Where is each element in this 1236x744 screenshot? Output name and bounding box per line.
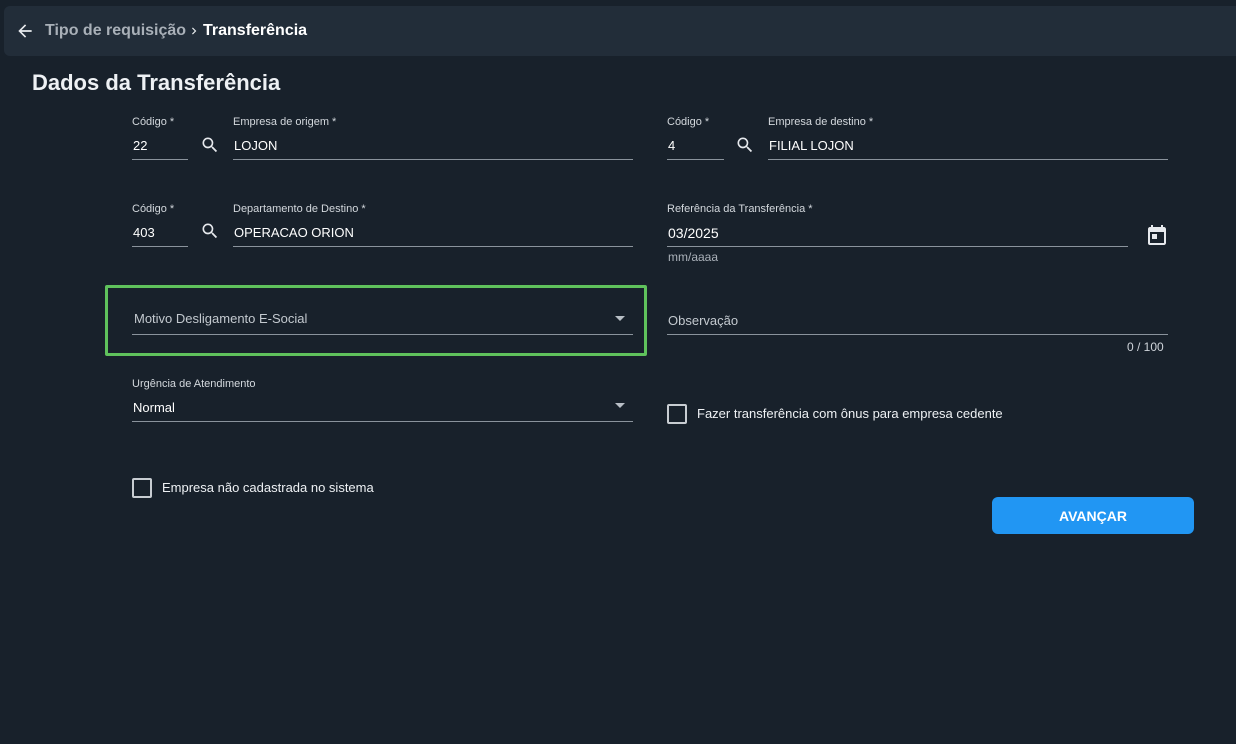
- observacao-placeholder: Observação: [668, 313, 739, 328]
- destination-company-value[interactable]: FILIAL LOJON: [769, 138, 854, 153]
- destination-code-field[interactable]: Código * 4: [667, 116, 724, 160]
- origin-code-field[interactable]: Código * 22: [132, 116, 188, 160]
- urgencia-select[interactable]: Urgência de Atendimento Normal: [132, 378, 633, 422]
- breadcrumb-bar: Tipo de requisição Transferência: [4, 6, 1236, 56]
- empresa-nao-cadastrada-label[interactable]: Empresa não cadastrada no sistema: [162, 480, 374, 495]
- department-name-label: Departamento de Destino *: [233, 203, 366, 215]
- origin-code-value[interactable]: 22: [133, 138, 147, 153]
- onus-checkbox[interactable]: [667, 404, 687, 424]
- search-icon[interactable]: [735, 135, 755, 155]
- empresa-nao-cadastrada-checkbox[interactable]: [132, 478, 152, 498]
- department-code-underline: [132, 246, 188, 247]
- reference-date-value[interactable]: 03/2025: [668, 225, 719, 241]
- origin-code-label: Código *: [132, 116, 175, 128]
- reference-date-label: Referência da Transferência *: [667, 203, 813, 215]
- observacao-counter: 0 / 100: [1127, 340, 1164, 354]
- back-button[interactable]: [14, 20, 36, 42]
- arrow-left-icon: [18, 24, 32, 38]
- motivo-placeholder: Motivo Desligamento E-Social: [134, 311, 308, 326]
- reference-date-underline: [667, 246, 1128, 247]
- reference-date-hint: mm/aaaa: [668, 250, 719, 264]
- origin-company-field[interactable]: Empresa de origem * LOJON: [233, 116, 633, 160]
- department-name-field[interactable]: Departamento de Destino * OPERACAO ORION: [233, 203, 633, 247]
- urgencia-value[interactable]: Normal: [133, 400, 175, 415]
- department-code-label: Código *: [132, 203, 175, 215]
- destination-code-label: Código *: [667, 116, 710, 128]
- onus-checkbox-label[interactable]: Fazer transferência com ônus para empres…: [697, 406, 1003, 421]
- destination-company-underline: [768, 159, 1168, 160]
- destination-code-underline: [667, 159, 724, 160]
- reference-date-field[interactable]: Referência da Transferência * 03/2025: [667, 203, 1128, 247]
- breadcrumb-parent-link[interactable]: Tipo de requisição: [45, 22, 186, 40]
- department-name-value[interactable]: OPERACAO ORION: [234, 225, 354, 240]
- destination-company-field[interactable]: Empresa de destino * FILIAL LOJON: [768, 116, 1168, 160]
- urgencia-label: Urgência de Atendimento: [132, 378, 256, 390]
- destination-company-label: Empresa de destino *: [768, 116, 874, 128]
- department-code-field[interactable]: Código * 403: [132, 203, 188, 247]
- motivo-underline: [132, 334, 633, 335]
- search-icon[interactable]: [200, 135, 220, 155]
- destination-code-value[interactable]: 4: [668, 138, 675, 153]
- observacao-underline: [667, 334, 1168, 335]
- origin-company-label: Empresa de origem *: [233, 116, 337, 128]
- avancar-button[interactable]: AVANÇAR: [992, 497, 1194, 534]
- chevron-right-icon: [192, 27, 197, 35]
- origin-code-underline: [132, 159, 188, 160]
- dropdown-arrow-icon[interactable]: [615, 316, 625, 321]
- origin-company-value[interactable]: LOJON: [234, 138, 277, 153]
- observacao-field[interactable]: Observação: [667, 300, 1168, 335]
- page-title: Dados da Transferência: [32, 70, 281, 95]
- calendar-icon[interactable]: [1145, 224, 1169, 248]
- department-name-underline: [233, 246, 633, 247]
- department-code-value[interactable]: 403: [133, 225, 155, 240]
- dropdown-arrow-icon[interactable]: [615, 403, 625, 408]
- origin-company-underline: [233, 159, 633, 160]
- urgencia-underline: [132, 421, 633, 422]
- search-icon[interactable]: [200, 221, 220, 241]
- breadcrumb-current: Transferência: [203, 22, 308, 39]
